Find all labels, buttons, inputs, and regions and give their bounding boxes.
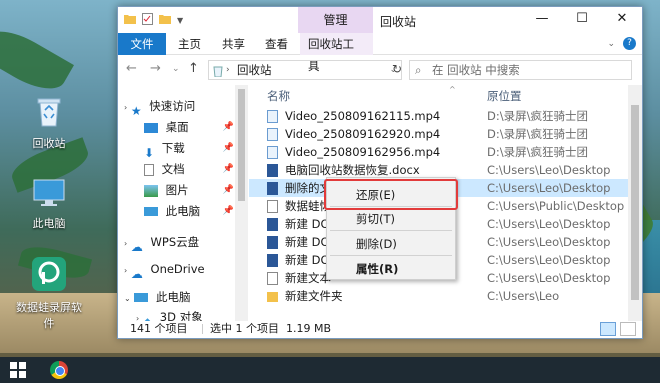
window-title: 回收站 [380, 15, 417, 29]
video-file-icon [267, 128, 278, 141]
video-file-icon [267, 110, 278, 123]
search-input[interactable]: ⌕ 在 回收站 中搜索 [409, 60, 632, 80]
nav-item-desktop[interactable]: 桌面 📌 [144, 117, 234, 138]
folder-icon [267, 292, 278, 302]
video-file-icon [267, 146, 278, 159]
nav-item-downloads[interactable]: ⬇ 下载 📌 [144, 138, 234, 160]
recycle-bin-icon [14, 96, 84, 131]
taskbar [0, 357, 660, 383]
desktop-folder-icon [144, 122, 158, 133]
refresh-icon[interactable]: ↻ [392, 62, 402, 76]
windows-start-icon[interactable] [10, 362, 26, 378]
address-text: 回收站 [237, 63, 272, 77]
back-arrow-icon[interactable]: ← [126, 61, 137, 76]
cloud-icon: ☁ [130, 239, 143, 254]
ribbon-tabs: 文件 主页 共享 查看 回收站工具 ⌄ ? [118, 33, 642, 73]
explorer-window: ▼ 管理 回收站 — ☐ ✕ 文件 主页 共享 查看 回收站工具 ⌄ ? ← →… [117, 6, 643, 339]
chrome-icon[interactable] [50, 361, 68, 379]
folder-icon[interactable] [124, 14, 136, 27]
word-file-icon [267, 254, 278, 267]
chevron-down-icon[interactable]: ▼ [177, 16, 183, 25]
word-file-icon [267, 182, 278, 195]
maximize-button[interactable]: ☐ [562, 7, 602, 33]
text-file-icon [267, 272, 278, 285]
nav-item-this-pc[interactable]: 此电脑 📌 [144, 201, 234, 222]
close-button[interactable]: ✕ [602, 7, 642, 33]
pin-icon: 📌 [222, 185, 234, 195]
details-view-icon[interactable] [600, 322, 616, 336]
pin-icon: 📌 [222, 143, 234, 153]
sort-arrow-icon: ^ [449, 85, 456, 94]
pin-icon: 📌 [222, 122, 234, 132]
table-row[interactable]: Video_250809162956.mp4 D:\录屏\疯狂骑士团 [249, 143, 628, 161]
computer-icon [134, 293, 149, 302]
pin-icon: 📌 [222, 206, 234, 216]
address-box[interactable]: › 回收站 ⌄ [208, 60, 402, 80]
tab-share[interactable]: 共享 [214, 33, 253, 55]
properties-icon[interactable] [142, 13, 153, 28]
navigation-pane: › ★ 快速访问 桌面 📌 ⬇ 下载 📌 文档 📌 图片 📌 此电脑 📌 › ☁… [118, 85, 248, 321]
nav-scrollbar[interactable] [235, 85, 248, 321]
shortcut-file-icon [267, 200, 278, 213]
file-list-scrollbar[interactable] [628, 85, 642, 321]
picture-icon [144, 184, 158, 197]
nav-item-pictures[interactable]: 图片 📌 [144, 180, 234, 201]
properties-menu-item[interactable]: 属性(R) [356, 261, 398, 277]
tab-view[interactable]: 查看 [257, 33, 296, 55]
nav-item-onedrive[interactable]: › ☁ OneDrive [124, 259, 205, 281]
onedrive-icon: ☁ [130, 266, 143, 281]
table-row[interactable]: 新建文件夹 C:\Users\Leo [249, 287, 628, 305]
tab-recycle-bin-tools[interactable]: 回收站工具 [300, 33, 373, 73]
new-folder-icon[interactable] [159, 14, 171, 27]
star-icon: ★ [130, 103, 142, 118]
recycle-bin-icon [213, 64, 223, 82]
chevron-down-icon[interactable]: ⌄ [172, 64, 180, 74]
item-count: 141 个项目 [130, 322, 188, 335]
nav-item-quick-access[interactable]: › ★ 快速访问 [124, 96, 195, 118]
desktop-icon-recycle-bin[interactable]: 回收站 [14, 96, 84, 151]
computer-icon [144, 207, 158, 216]
nav-item-this-pc-root[interactable]: ⌄ 此电脑 [124, 287, 191, 308]
tab-home[interactable]: 主页 [170, 33, 209, 55]
table-row[interactable]: Video_250809162115.mp4 D:\录屏\疯狂骑士团 [249, 107, 628, 125]
quick-access-toolbar: ▼ [124, 13, 183, 28]
status-bar: 141 个项目 选中 1 个项目 1.19 MB [118, 320, 642, 338]
column-header-name[interactable]: 名称 [267, 85, 290, 107]
desktop-icon-label: 此电脑 [32, 217, 66, 230]
address-bar-row: ← → ⌄ ↑ › 回收站 ⌄ ↻ ⌕ 在 回收站 中搜索 [118, 55, 642, 85]
download-icon: ⬇ [144, 145, 155, 160]
desktop-icon-app[interactable]: 数据蛙录屏软件 [14, 256, 84, 331]
search-placeholder: 在 回收站 中搜索 [432, 63, 520, 77]
title-bar: ▼ 管理 回收站 — ☐ ✕ [118, 7, 642, 33]
forward-arrow-icon[interactable]: → [150, 61, 161, 76]
tab-file[interactable]: 文件 [118, 33, 166, 55]
desktop-icon-label: 数据蛙录屏软件 [16, 301, 82, 330]
up-arrow-icon[interactable]: ↑ [188, 61, 199, 76]
word-file-icon [267, 236, 278, 249]
selection-info: 选中 1 个项目 1.19 MB [210, 322, 332, 335]
highlight-box [324, 179, 458, 210]
app-icon [14, 256, 84, 295]
cut-menu-item[interactable]: 剪切(T) [356, 211, 395, 227]
nav-item-wps-cloud[interactable]: › ☁ WPS云盘 [124, 232, 199, 254]
table-row[interactable]: Video_250809162920.mp4 D:\录屏\疯狂骑士团 [249, 125, 628, 143]
column-header-location[interactable]: 原位置 [487, 85, 522, 107]
delete-menu-item[interactable]: 删除(D) [356, 236, 397, 252]
manage-context-tab: 管理 [298, 7, 373, 33]
word-file-icon [267, 164, 278, 177]
large-icons-view-icon[interactable] [620, 322, 636, 336]
desktop-icon-label: 回收站 [32, 137, 66, 150]
word-file-icon [267, 218, 278, 231]
nav-item-3d-objects[interactable]: › ◆ 3D 对象 [136, 307, 203, 321]
minimize-button[interactable]: — [522, 7, 562, 33]
chevron-right-icon: › [226, 65, 230, 75]
chevron-down-icon[interactable]: ⌄ [607, 39, 615, 49]
pin-icon: 📌 [222, 164, 234, 174]
document-icon [144, 163, 154, 176]
desktop-icon-this-pc[interactable]: 此电脑 [14, 178, 84, 231]
monitor-icon [14, 178, 84, 211]
nav-item-documents[interactable]: 文档 📌 [144, 159, 234, 180]
help-icon[interactable]: ? [623, 37, 636, 50]
search-icon: ⌕ [415, 63, 422, 77]
